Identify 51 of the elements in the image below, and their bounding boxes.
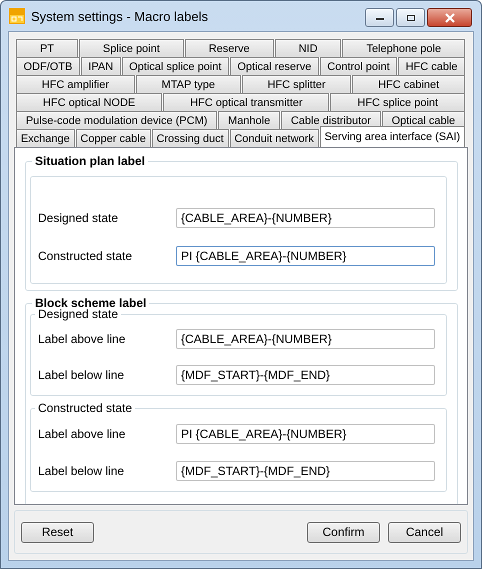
tab[interactable]: Optical splice point <box>122 57 229 75</box>
tab[interactable]: Splice point <box>78 39 184 57</box>
tab[interactable]: Copper cable <box>76 129 151 147</box>
tab[interactable]: HFC splice point <box>330 93 466 111</box>
field-label: Label below line <box>38 368 124 382</box>
dialog-button[interactable]: Confirm <box>307 522 380 542</box>
tab[interactable]: Control point <box>320 57 398 75</box>
tab[interactable]: Reserve <box>184 39 274 57</box>
close-icon <box>444 12 456 22</box>
window-title: System settings - Macro labels <box>31 8 208 24</box>
maximize-button[interactable] <box>396 8 425 27</box>
tab[interactable]: NID <box>274 39 342 57</box>
tab[interactable]: Optical reserve <box>230 57 319 75</box>
group-title: Situation plan label <box>32 154 148 168</box>
tab[interactable]: HFC optical NODE <box>16 93 162 111</box>
text-field[interactable]: {MDF_START}-{MDF_END} <box>176 460 435 480</box>
tab[interactable]: Manhole <box>218 111 280 129</box>
field-label: Label below line <box>38 464 124 478</box>
reset-button[interactable]: Reset <box>21 522 94 542</box>
text-field[interactable]: PI {CABLE_AREA}-{NUMBER} <box>176 424 435 444</box>
tab[interactable]: Telephone pole <box>342 39 466 57</box>
tab[interactable]: HFC splitter <box>242 75 352 93</box>
tab[interactable]: Serving area interface (SAI) <box>320 126 465 147</box>
maximize-icon <box>406 14 416 22</box>
field-label: Designed state <box>38 211 118 225</box>
tab[interactable]: MTAP type <box>136 75 241 93</box>
tab[interactable]: IPAN <box>80 57 121 75</box>
group-title: Designed state <box>35 307 122 321</box>
tab[interactable]: HFC amplifier <box>16 75 135 93</box>
tab[interactable]: HFC cable <box>398 57 466 75</box>
close-button[interactable] <box>427 8 472 27</box>
text-field[interactable]: {CABLE_AREA}-{NUMBER} <box>176 208 435 228</box>
minimize-button[interactable] <box>365 8 394 27</box>
text-field[interactable]: {MDF_START}-{MDF_END} <box>176 365 435 385</box>
tab[interactable]: PT <box>16 39 78 57</box>
tab[interactable]: Exchange <box>16 129 75 147</box>
field-label: Constructed state <box>38 249 132 263</box>
tab[interactable]: Cable distributor <box>281 111 381 129</box>
app-icon <box>9 8 25 24</box>
dialog-button[interactable]: Cancel <box>388 522 461 542</box>
tab[interactable]: HFC optical transmitter <box>163 93 330 111</box>
text-field[interactable]: PI {CABLE_AREA}-{NUMBER} <box>176 246 435 266</box>
tab[interactable]: Crossing duct <box>152 129 229 147</box>
field-label: Label above line <box>38 332 126 346</box>
tab[interactable]: Conduit network <box>230 129 319 147</box>
group-title: Constructed state <box>35 401 136 415</box>
tab[interactable]: HFC cabinet <box>352 75 466 93</box>
tab[interactable]: Pulse-code modulation device (PCM) <box>16 111 218 129</box>
text-field[interactable]: {CABLE_AREA}-{NUMBER} <box>176 329 435 349</box>
field-label: Label above line <box>38 426 126 440</box>
tab[interactable]: ODF/OTB <box>16 57 80 75</box>
